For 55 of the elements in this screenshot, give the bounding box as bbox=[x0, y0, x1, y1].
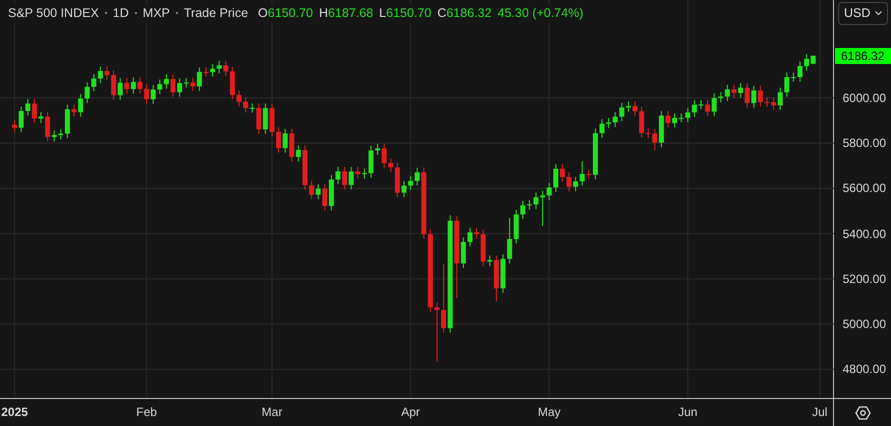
time-axis-label: 2025 bbox=[1, 405, 28, 419]
ohlc-label: C bbox=[437, 5, 446, 22]
price-type-label: Trade Price bbox=[184, 5, 248, 22]
candle bbox=[72, 104, 76, 118]
candle bbox=[732, 84, 736, 98]
candle bbox=[534, 192, 538, 210]
price-axis-label: 5400.00 bbox=[842, 226, 886, 241]
time-axis-label: Mar bbox=[262, 405, 282, 419]
candle bbox=[500, 254, 506, 294]
ohlc-label: L bbox=[379, 5, 386, 22]
time-axis-label: Jul bbox=[812, 405, 828, 419]
candle bbox=[368, 145, 374, 178]
candle bbox=[632, 101, 638, 116]
price-axis-label: 5800.00 bbox=[842, 136, 886, 150]
candle bbox=[336, 166, 340, 185]
time-axis-label: Jun bbox=[678, 405, 698, 419]
candle bbox=[468, 227, 472, 247]
candle bbox=[204, 66, 208, 78]
candle bbox=[104, 66, 110, 80]
candle bbox=[566, 172, 572, 192]
candle bbox=[798, 61, 802, 82]
ohlc-value: 6187.68 bbox=[328, 5, 374, 22]
price-axis-label: 6000.00 bbox=[842, 90, 886, 105]
ohlc-value: 6150.70 bbox=[268, 5, 313, 22]
candle bbox=[698, 99, 704, 110]
candle bbox=[236, 90, 242, 107]
last-price-tag: 6186.32 bbox=[835, 48, 891, 64]
settings-icon[interactable] bbox=[854, 404, 870, 420]
time-axis-label: Feb bbox=[136, 405, 157, 419]
price-change: 45.30 (+0.74%) bbox=[498, 5, 584, 22]
time-axis-label: May bbox=[538, 405, 561, 419]
candle bbox=[38, 111, 44, 124]
exchange-label: MXP bbox=[142, 5, 170, 22]
caret-icon bbox=[875, 11, 882, 16]
ohlc-label: H bbox=[318, 5, 328, 22]
ohlc-value: 6186.32 bbox=[446, 5, 492, 22]
candle bbox=[600, 118, 604, 138]
candle bbox=[434, 302, 440, 362]
candle bbox=[270, 103, 274, 137]
time-axis-label: Apr bbox=[401, 405, 420, 419]
interval-label: 1D bbox=[112, 5, 129, 22]
ohlc-label: O bbox=[258, 5, 268, 22]
price-axis-label: 4800.00 bbox=[842, 362, 886, 376]
currency-dropdown[interactable]: USD bbox=[838, 2, 888, 25]
candle bbox=[764, 96, 770, 108]
price-axis-label: 5600.00 bbox=[842, 181, 886, 196]
symbol-name: S&P 500 INDEX bbox=[8, 5, 99, 22]
candle bbox=[138, 76, 142, 94]
candle bbox=[170, 74, 176, 98]
candle bbox=[302, 144, 308, 190]
candle bbox=[666, 110, 670, 128]
candle bbox=[402, 180, 406, 198]
price-axis-label: 5200.00 bbox=[842, 272, 886, 286]
ohlc-value: 6150.70 bbox=[386, 5, 432, 22]
price-axis-label: 5000.00 bbox=[842, 317, 886, 332]
